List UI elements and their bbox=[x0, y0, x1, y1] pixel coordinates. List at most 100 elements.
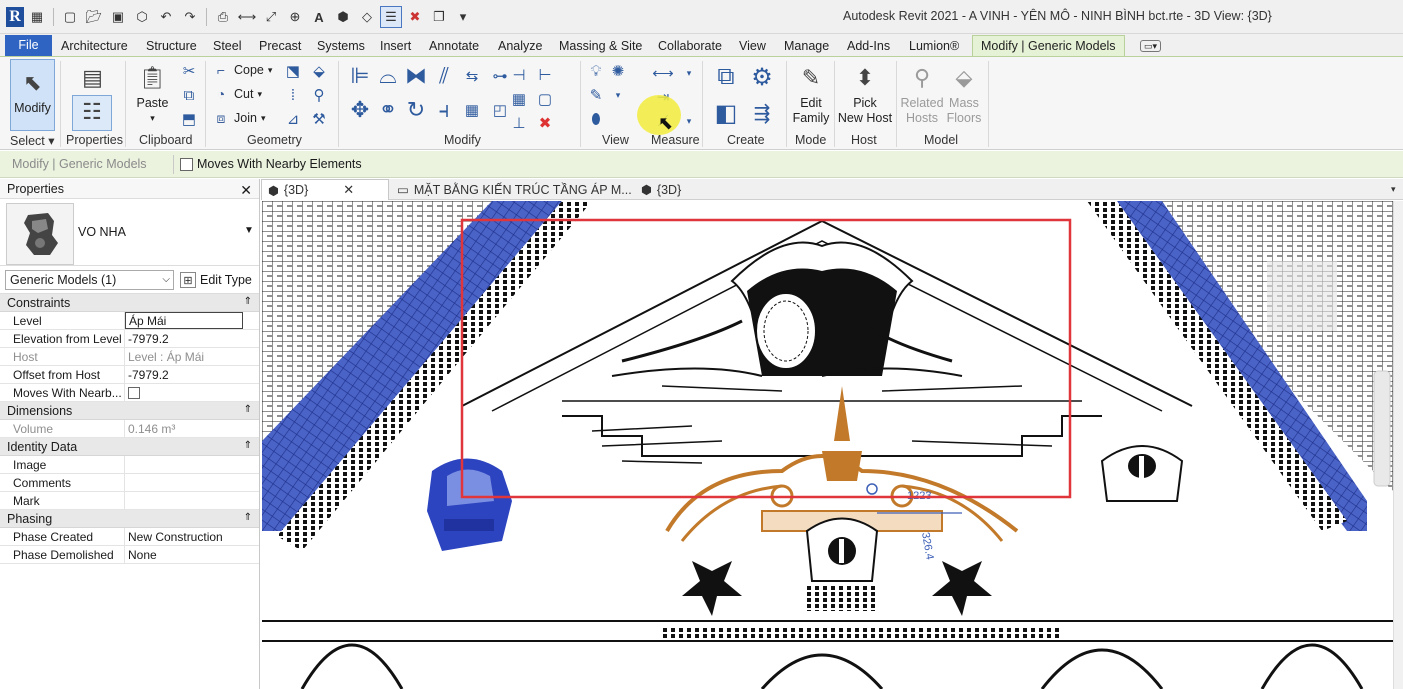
tab-massing-site[interactable]: Massing & Site bbox=[559, 36, 642, 56]
tab-floor-plan[interactable]: ▭ MẶT BẰNG KIẾN TRÚC TẦNG ÁP M... bbox=[391, 179, 638, 200]
delete-icon[interactable]: ✖ bbox=[532, 111, 558, 135]
section-icon[interactable]: ◇ bbox=[356, 6, 378, 28]
type-properties-button[interactable]: ▤ bbox=[75, 61, 110, 96]
tab-architecture[interactable]: Architecture bbox=[61, 36, 128, 56]
array-icon[interactable]: ▦ bbox=[458, 93, 486, 127]
open-icon[interactable]: 📂︎ bbox=[83, 6, 105, 28]
pin-icon[interactable]: ⊥ bbox=[506, 111, 532, 135]
render-icon[interactable]: ✺ bbox=[607, 59, 629, 83]
paste-button[interactable]: 📋︎ Paste ▾ bbox=[135, 61, 170, 126]
match-properties-icon[interactable]: ⬒ bbox=[176, 107, 202, 131]
offset-icon[interactable]: ⌓ bbox=[374, 59, 402, 93]
property-value[interactable]: -7979.2 bbox=[125, 330, 259, 347]
tab-annotate[interactable]: Annotate bbox=[429, 36, 479, 56]
new-icon[interactable]: ▢ bbox=[59, 6, 81, 28]
property-value[interactable] bbox=[125, 456, 259, 473]
related-hosts-button[interactable]: ⚲ Related Hosts bbox=[900, 61, 944, 126]
tab-view[interactable]: View bbox=[739, 36, 766, 56]
tab-3d-view[interactable]: ⬢ {3D} bbox=[635, 179, 687, 200]
collapse-icon[interactable]: ⇑ bbox=[244, 512, 252, 525]
property-value[interactable]: -7979.2 bbox=[125, 366, 259, 383]
text-icon[interactable]: A bbox=[308, 6, 330, 28]
measure-between-icon[interactable]: ⟷ bbox=[650, 61, 676, 85]
tab-insert[interactable]: Insert bbox=[380, 36, 411, 56]
rotate-icon[interactable]: ↻ bbox=[402, 93, 430, 127]
trim-extend-icon[interactable]: ⫞ bbox=[430, 93, 458, 127]
selection-box-icon[interactable]: ⬮ bbox=[585, 107, 607, 131]
chevron-down-icon[interactable]: ▼ bbox=[244, 225, 254, 236]
tab-collaborate[interactable]: Collaborate bbox=[658, 36, 722, 56]
create-similar-icon[interactable]: ⇶ bbox=[744, 95, 780, 131]
vertical-scrollbar[interactable] bbox=[1393, 201, 1403, 689]
select-panel-label[interactable]: Select ▾ bbox=[10, 133, 55, 148]
mass-floors-button[interactable]: ⬙ Mass Floors bbox=[945, 61, 983, 126]
property-value[interactable]: None bbox=[125, 546, 259, 563]
moves-with-nearby-checkbox[interactable] bbox=[180, 158, 193, 171]
instance-filter-select[interactable]: Generic Models (1) ⌵ bbox=[5, 270, 174, 290]
collapse-icon[interactable]: ⇑ bbox=[244, 440, 252, 453]
moves-with-nearby-property-checkbox[interactable] bbox=[128, 387, 140, 399]
building-facade-drawing[interactable]: 1223 326.4 bbox=[262, 201, 1403, 689]
close-icon[interactable]: ✕ bbox=[343, 182, 354, 198]
tag-icon[interactable]: ⊕ bbox=[284, 6, 306, 28]
tab-modify-generic-models[interactable]: Modify | Generic Models bbox=[972, 35, 1125, 56]
lightbulb-icon[interactable]: 💡︎ bbox=[585, 59, 607, 83]
mirror-axis-icon[interactable]: ⧓ bbox=[402, 59, 430, 93]
grid-icon[interactable]: ▦ bbox=[506, 87, 532, 111]
undo-icon[interactable]: ↶ bbox=[155, 6, 177, 28]
3d-view-icon[interactable]: ⬢ bbox=[332, 6, 354, 28]
brush-icon[interactable]: ✎ bbox=[585, 83, 607, 107]
modify-button[interactable]: ⬉ Modify bbox=[10, 59, 55, 131]
copy-tool-icon[interactable]: ⚭ bbox=[374, 93, 402, 127]
hammer-icon[interactable]: ⚒ bbox=[306, 107, 332, 131]
property-value[interactable] bbox=[125, 492, 259, 509]
paint-icon[interactable]: ⬙ bbox=[306, 59, 332, 83]
pick-new-host-button[interactable]: ⬍ Pick New Host bbox=[838, 61, 892, 126]
move-small-icon[interactable]: ⇆ bbox=[458, 59, 486, 93]
split-face-icon[interactable]: ⬔ bbox=[280, 59, 306, 83]
measure-icon[interactable]: ⟷ bbox=[236, 6, 258, 28]
mirror-draw-icon[interactable]: ⫽ bbox=[430, 59, 458, 93]
collapse-icon[interactable]: ⇑ bbox=[244, 296, 252, 309]
save-icon[interactable]: ▣ bbox=[107, 6, 129, 28]
moves-with-nearby-label[interactable]: Moves With Nearby Elements bbox=[197, 157, 362, 171]
tab-analyze[interactable]: Analyze bbox=[498, 36, 542, 56]
revit-logo-icon[interactable]: R bbox=[6, 7, 24, 27]
dimension-icon[interactable]: ⤢ bbox=[260, 6, 282, 28]
property-section-header[interactable]: Phasing ⇑ bbox=[0, 510, 259, 528]
tab-systems[interactable]: Systems bbox=[317, 36, 365, 56]
print-icon[interactable]: ⎙ bbox=[212, 6, 234, 28]
join-button[interactable]: ⧈ Join ▾ bbox=[212, 109, 266, 127]
property-value[interactable]: New Construction bbox=[125, 528, 259, 545]
create-parts-icon[interactable]: ◧ bbox=[708, 95, 744, 131]
property-section-header[interactable]: Constraints ⇑ bbox=[0, 294, 259, 312]
sync-icon[interactable]: ⬡ bbox=[131, 6, 153, 28]
tab-file[interactable]: File bbox=[5, 35, 52, 56]
3d-view-canvas[interactable]: 1223 326.4 bbox=[262, 201, 1403, 689]
tab-structure[interactable]: Structure bbox=[146, 36, 197, 56]
property-section-header[interactable]: Dimensions ⇑ bbox=[0, 402, 259, 420]
copy-icon[interactable]: ⧉ bbox=[176, 83, 202, 107]
create-assembly-icon[interactable]: ⚙ bbox=[744, 59, 780, 95]
align-icon[interactable]: ⊫ bbox=[346, 59, 374, 93]
redo-icon[interactable]: ↷ bbox=[179, 6, 201, 28]
tab-add-ins[interactable]: Add-Ins bbox=[847, 36, 890, 56]
home-icon[interactable]: ▦ bbox=[26, 6, 48, 28]
edit-family-button[interactable]: ✎ Edit Family bbox=[792, 61, 830, 126]
beam-joins-icon[interactable]: ⊿ bbox=[280, 107, 306, 131]
move-icon[interactable]: ✥ bbox=[346, 93, 374, 127]
create-group-icon[interactable]: ⧉ bbox=[708, 59, 744, 95]
split-icon[interactable]: ⊣ bbox=[506, 63, 532, 87]
tab-3d-view-active[interactable]: ⬢ {3D} ✕ bbox=[261, 179, 389, 200]
unpin-icon[interactable]: ▢ bbox=[532, 87, 558, 111]
cope-button[interactable]: ⌐ Cope ▾ bbox=[212, 61, 273, 79]
split-gap-icon[interactable]: ⊢ bbox=[532, 63, 558, 87]
property-section-header[interactable]: Identity Data ⇑ bbox=[0, 438, 259, 456]
edit-type-button[interactable]: ⊞ Edit Type bbox=[180, 270, 252, 290]
switch-windows-icon[interactable]: ❐ bbox=[428, 6, 450, 28]
close-hidden-icon[interactable]: ✖ bbox=[404, 6, 426, 28]
properties-button[interactable]: ☷ bbox=[72, 95, 112, 131]
tab-precast[interactable]: Precast bbox=[259, 36, 301, 56]
tab-manage[interactable]: Manage bbox=[784, 36, 829, 56]
tab-steel[interactable]: Steel bbox=[213, 36, 242, 56]
